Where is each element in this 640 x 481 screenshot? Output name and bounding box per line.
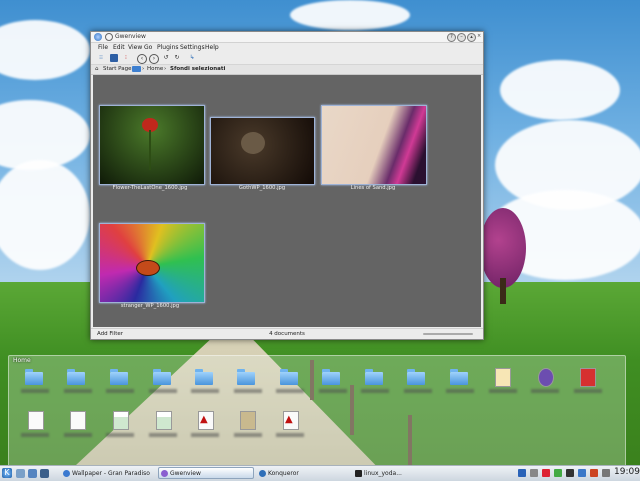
pdf-icon[interactable] bbox=[280, 411, 300, 430]
folder-view-widget: Home bbox=[8, 355, 626, 467]
menu-edit[interactable]: Edit bbox=[113, 44, 125, 51]
pin-icon[interactable] bbox=[105, 33, 113, 41]
browser-icon bbox=[63, 470, 70, 477]
view-mode-icon[interactable] bbox=[110, 54, 118, 62]
folder-icon[interactable] bbox=[153, 368, 173, 386]
menu-help[interactable]: Help bbox=[205, 44, 219, 51]
document-icon[interactable] bbox=[67, 411, 87, 430]
folder-icon[interactable] bbox=[322, 368, 342, 386]
rotate-left-icon[interactable]: ↺ bbox=[162, 54, 170, 62]
desktop-icon[interactable] bbox=[16, 469, 25, 478]
thumbnail-view[interactable]: Flower-TheLastOne_1600.jpg GothWP_1600.j… bbox=[93, 75, 481, 327]
menu-file[interactable]: File bbox=[98, 44, 108, 51]
tray-icon[interactable] bbox=[542, 469, 550, 477]
folder-icon[interactable] bbox=[450, 368, 470, 386]
terminal-icon bbox=[355, 470, 362, 477]
folder-icon[interactable] bbox=[110, 368, 130, 386]
thumbnail-caption: stranger_WP_1600.jpg bbox=[120, 303, 180, 309]
folder-view-title[interactable]: Home bbox=[13, 357, 31, 364]
thumbnail-caption: Flower-TheLastOne_1600.jpg bbox=[112, 185, 188, 191]
tray-icon[interactable] bbox=[530, 469, 538, 477]
tray-icon[interactable] bbox=[518, 469, 526, 477]
package-icon[interactable] bbox=[237, 411, 257, 430]
task-konqueror[interactable]: Konqueror bbox=[256, 467, 350, 479]
app-file-icon[interactable] bbox=[535, 368, 555, 387]
status-bar: Add Filter 4 documents bbox=[91, 328, 483, 339]
tray-icon[interactable] bbox=[554, 469, 562, 477]
konqueror-icon bbox=[259, 470, 266, 477]
tray-icon[interactable] bbox=[566, 469, 574, 477]
task-label: Wallpaper - Gran Paradiso bbox=[72, 470, 150, 477]
minimize-button[interactable]: – bbox=[457, 33, 466, 42]
window-title: Gwenview bbox=[115, 33, 146, 40]
next-icon[interactable]: › bbox=[149, 54, 159, 64]
help-button[interactable]: ? bbox=[447, 33, 456, 42]
menu-view[interactable]: View bbox=[128, 44, 142, 51]
thumbnail-image[interactable] bbox=[210, 117, 315, 185]
gwenview-window: Gwenview ? – ▴ × File Edit View Go Plugi… bbox=[90, 31, 484, 340]
home-folder-icon[interactable] bbox=[28, 469, 37, 478]
folder-icon[interactable] bbox=[237, 368, 257, 386]
pager-icon[interactable] bbox=[40, 469, 49, 478]
breadcrumb-current[interactable]: Sfondi selezionati bbox=[170, 66, 225, 72]
maximize-button[interactable]: ▴ bbox=[467, 33, 476, 42]
fullscreen-icon[interactable]: ⁝ bbox=[122, 54, 130, 62]
window-titlebar[interactable]: Gwenview ? – ▴ × bbox=[91, 32, 483, 43]
document-icon[interactable] bbox=[25, 411, 45, 430]
spreadsheet-icon[interactable] bbox=[153, 411, 173, 430]
folder-icon[interactable] bbox=[195, 368, 215, 386]
thumbnail-image[interactable] bbox=[321, 105, 427, 185]
tray-icon[interactable] bbox=[578, 469, 586, 477]
folder-icon bbox=[132, 66, 141, 72]
menu-plugins[interactable]: Plugins bbox=[157, 44, 179, 51]
red-file-icon[interactable] bbox=[577, 368, 597, 387]
browse-mode-icon[interactable]: ⁝⁝ bbox=[97, 54, 105, 62]
tray-icon[interactable] bbox=[590, 469, 598, 477]
menu-go[interactable]: Go bbox=[144, 44, 152, 51]
notes-file-icon[interactable] bbox=[492, 368, 512, 387]
close-button[interactable]: × bbox=[477, 33, 481, 40]
share-icon[interactable]: ↳ bbox=[188, 54, 196, 62]
thumbnail-size-slider[interactable] bbox=[423, 333, 473, 335]
menu-bar: File Edit View Go Plugins Settings Help bbox=[91, 43, 483, 52]
folder-icon[interactable] bbox=[280, 368, 300, 386]
taskbar-panel: K Wallpaper - Gran Paradiso Gwenview Kon… bbox=[0, 465, 640, 481]
task-label: Konqueror bbox=[268, 470, 299, 477]
breadcrumb-separator-icon: › bbox=[164, 66, 167, 72]
volume-icon[interactable] bbox=[602, 469, 610, 477]
breadcrumb-separator-icon: › bbox=[142, 66, 145, 72]
home-page-icon[interactable]: ⌂ bbox=[95, 66, 99, 72]
pdf-icon[interactable] bbox=[195, 411, 215, 430]
menu-settings[interactable]: Settings bbox=[180, 44, 205, 51]
clock[interactable]: 19:09 bbox=[614, 467, 640, 477]
task-label: linux_yoda... bbox=[364, 470, 402, 477]
breadcrumb: ⌂ Start Page › Home › Sfondi selezionati bbox=[91, 65, 483, 75]
folder-icon[interactable] bbox=[25, 368, 45, 386]
folder-icon[interactable] bbox=[407, 368, 427, 386]
task-wallpaper[interactable]: Wallpaper - Gran Paradiso bbox=[60, 467, 155, 479]
breadcrumb-home[interactable]: Home bbox=[147, 66, 163, 72]
folder-icon[interactable] bbox=[67, 368, 87, 386]
thumbnail-image[interactable] bbox=[99, 105, 205, 185]
rotate-right-icon[interactable]: ↻ bbox=[173, 54, 181, 62]
spreadsheet-icon[interactable] bbox=[110, 411, 130, 430]
gwenview-app-icon[interactable] bbox=[94, 33, 102, 41]
folder-icon[interactable] bbox=[365, 368, 385, 386]
thumbnail-image[interactable] bbox=[99, 223, 205, 303]
task-terminal[interactable]: linux_yoda... bbox=[352, 467, 448, 479]
thumbnail-caption: Lines of Sand.jpg bbox=[350, 185, 396, 191]
thumbnail-caption: GothWP_1600.jpg bbox=[238, 185, 286, 191]
task-gwenview[interactable]: Gwenview bbox=[158, 467, 254, 479]
breadcrumb-start-page[interactable]: Start Page bbox=[103, 66, 132, 72]
task-label: Gwenview bbox=[170, 470, 201, 477]
kde-menu-icon[interactable]: K bbox=[2, 468, 12, 478]
main-toolbar: ⁝⁝ ⁝ ‹ › ↺ ↻ ↳ bbox=[91, 52, 483, 65]
previous-icon[interactable]: ‹ bbox=[137, 54, 147, 64]
gwenview-icon bbox=[161, 470, 168, 477]
